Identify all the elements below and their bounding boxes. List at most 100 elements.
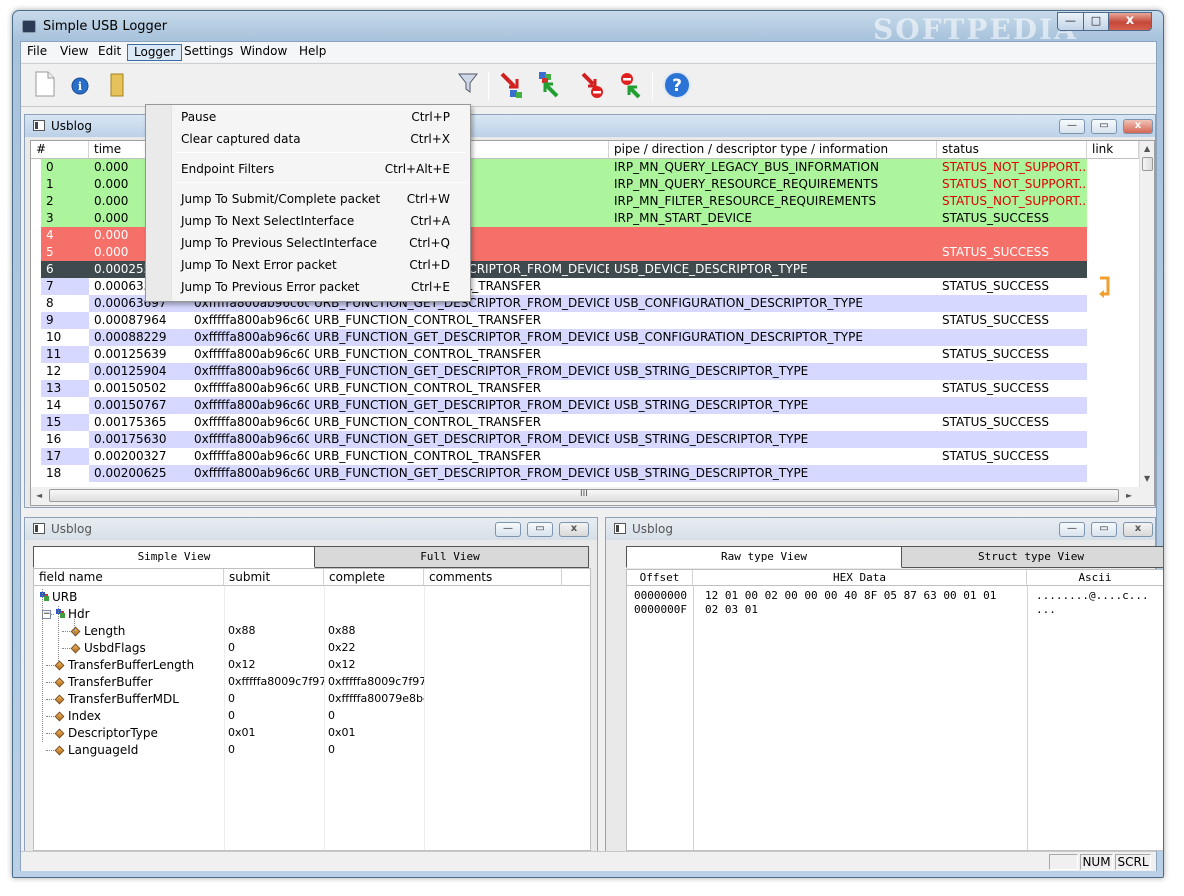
app-icon xyxy=(22,20,36,33)
field-row[interactable]: Length 0x88 0x88 xyxy=(34,623,562,640)
hex-view[interactable]: Offset HEX Data Ascii 00000000 0000000F … xyxy=(626,569,1163,851)
minimize-button[interactable]: — xyxy=(1057,12,1084,31)
menu-settings[interactable]: Settings xyxy=(178,44,239,61)
log-cell-index: 18 xyxy=(41,465,89,482)
maximize-button[interactable]: □ xyxy=(1083,12,1109,31)
field-col-header[interactable]: comments xyxy=(424,569,562,586)
log-cell-status: STATUS_SUCCESS xyxy=(937,312,1087,329)
log-cell-status: STATUS_NOT_SUPPORT... xyxy=(937,159,1087,176)
field-col-header[interactable]: complete xyxy=(324,569,424,586)
field-col-header[interactable]: field name xyxy=(34,569,224,586)
log-cell-status xyxy=(937,363,1087,380)
raw-window-titlebar[interactable]: Usblog — ▭ x xyxy=(606,518,1155,540)
log-cell-fn: URB_FUNCTION_CONTROL_TRANSFER xyxy=(309,414,609,431)
raw-close-button[interactable]: x xyxy=(1123,522,1153,537)
logger-menu-item[interactable]: Jump To Previous Error packet Ctrl+E xyxy=(146,277,470,297)
jump-to-complete-icon[interactable] xyxy=(532,70,562,100)
field-row[interactable]: Index 0 0 xyxy=(34,708,562,725)
menu-item-shortcut: Ctrl+A xyxy=(410,214,450,228)
logger-menu-item[interactable]: Jump To Submit/Complete packet Ctrl+W xyxy=(146,189,470,209)
logger-menu-item[interactable]: Jump To Next Error packet Ctrl+D xyxy=(146,255,470,275)
log-cell-index: 7 xyxy=(41,278,89,295)
log-col-header[interactable]: pipe / direction / descriptor type / inf… xyxy=(609,141,937,159)
log-row[interactable]: 12 0.00125904 0xfffffa800ab96c60 URB_FUNCTI… xyxy=(31,363,1133,380)
log-col-header[interactable]: # xyxy=(31,141,89,159)
field-row[interactable]: TransferBuffer 0xfffffa8009c7f970 0xfffffa… xyxy=(34,674,562,691)
new-document-icon[interactable] xyxy=(30,70,60,100)
help-icon[interactable]: ? xyxy=(662,70,692,100)
log-cell-irp: 0xfffffa800ab96c60 xyxy=(189,329,309,346)
tab-struct-type-view[interactable]: Struct type View xyxy=(898,546,1163,568)
log-row[interactable]: 18 0.00200625 0xfffffa800ab96c60 URB_FUNCTI… xyxy=(31,465,1133,482)
field-name: TransferBufferLength xyxy=(68,658,195,672)
field-row[interactable]: TransferBufferMDL 0 0xfffffa80079e8be0 xyxy=(34,691,562,708)
info-icon[interactable]: i xyxy=(69,74,91,96)
menu-file[interactable]: File xyxy=(21,44,53,61)
log-close-button[interactable]: x xyxy=(1123,119,1153,134)
collapse-toggle[interactable]: − xyxy=(42,610,51,619)
menu-edit[interactable]: Edit xyxy=(92,44,127,61)
tab-full-view[interactable]: Full View xyxy=(311,546,589,568)
filter-funnel-icon[interactable] xyxy=(455,70,481,100)
logger-menu-item[interactable]: Jump To Previous SelectInterface Ctrl+Q xyxy=(146,233,470,253)
menu-view[interactable]: View xyxy=(54,44,94,61)
log-row[interactable]: 11 0.00125639 0xfffffa800ab96c60 URB_FUNCTI… xyxy=(31,346,1133,363)
field-col-header[interactable] xyxy=(562,569,590,586)
log-row[interactable]: 10 0.00088229 0xfffffa800ab96c60 URB_FUNCTI… xyxy=(31,329,1133,346)
detail-window-titlebar[interactable]: Usblog — ▭ x xyxy=(25,518,597,540)
raw-minimize-button[interactable]: — xyxy=(1059,522,1085,537)
log-row[interactable]: 16 0.00175630 0xfffffa800ab96c60 URB_FUNCTI… xyxy=(31,431,1133,448)
menu-logger[interactable]: Logger xyxy=(127,44,183,61)
field-row[interactable]: URB xyxy=(34,589,562,606)
field-col-header[interactable]: submit xyxy=(224,569,324,586)
tab-simple-view[interactable]: Simple View xyxy=(33,546,315,568)
open-folder-icon[interactable] xyxy=(109,70,125,100)
close-button[interactable]: x xyxy=(1108,12,1152,31)
field-complete: 0 xyxy=(328,743,335,756)
detail-close-button[interactable]: x xyxy=(559,522,589,537)
logger-menu-item[interactable]: Clear captured data Ctrl+X xyxy=(146,129,470,149)
logger-menu-item[interactable]: Pause Ctrl+P xyxy=(146,107,470,127)
svg-text:?: ? xyxy=(672,76,682,96)
field-row[interactable]: LanguageId 0 0 xyxy=(34,742,562,759)
link-arrow-icon[interactable] xyxy=(1098,276,1112,298)
tab-raw-type-view[interactable]: Raw type View xyxy=(626,546,902,568)
log-minimize-button[interactable]: — xyxy=(1059,119,1085,134)
log-col-header[interactable]: link xyxy=(1087,141,1139,159)
field-row[interactable]: DescriptorType 0x01 0x01 xyxy=(34,725,562,742)
log-row[interactable]: 9 0.00087964 0xfffffa800ab96c60 URB_FUNCTIO… xyxy=(31,312,1133,329)
field-icon xyxy=(54,677,65,688)
log-cell-time: 0.00087964 xyxy=(89,312,189,329)
status-scrl: SCRL xyxy=(1115,854,1151,870)
field-row[interactable]: − Hdr xyxy=(34,606,562,623)
field-name: LanguageId xyxy=(68,743,139,757)
field-row[interactable]: UsbdFlags 0 0x22 xyxy=(34,640,562,657)
menu-separator xyxy=(176,152,466,153)
log-cell-index: 12 xyxy=(41,363,89,380)
log-row[interactable]: 13 0.00150502 0xfffffa800ab96c60 URB_FUNCTI… xyxy=(31,380,1133,397)
menu-help[interactable]: Help xyxy=(293,44,332,61)
jump-next-error-icon[interactable] xyxy=(578,70,608,100)
logger-menu-item[interactable]: Endpoint Filters Ctrl+Alt+E xyxy=(146,159,470,179)
detail-minimize-button[interactable]: — xyxy=(495,522,521,537)
log-vertical-scrollbar[interactable]: ▲ ▼ xyxy=(1139,141,1154,487)
log-cell-info: IRP_MN_QUERY_LEGACY_BUS_INFORMATION xyxy=(609,159,937,176)
field-table[interactable]: field name submit complete comments URB − Hdr… xyxy=(33,568,591,851)
menu-window[interactable]: Window xyxy=(234,44,293,61)
field-row[interactable]: TransferBufferLength 0x12 0x12 xyxy=(34,657,562,674)
log-restore-button[interactable]: ▭ xyxy=(1091,119,1117,134)
detail-restore-button[interactable]: ▭ xyxy=(527,522,553,537)
log-cell-time: 0.00175365 xyxy=(89,414,189,431)
log-horizontal-scrollbar[interactable]: ◄ III ► xyxy=(31,487,1154,505)
jump-prev-error-icon[interactable] xyxy=(614,70,644,100)
log-row[interactable]: 14 0.00150767 0xfffffa800ab96c60 URB_FUNCTI… xyxy=(31,397,1133,414)
raw-restore-button[interactable]: ▭ xyxy=(1091,522,1117,537)
logger-menu-item[interactable]: Jump To Next SelectInterface Ctrl+A xyxy=(146,211,470,231)
log-cell-fn: URB_FUNCTION_CONTROL_TRANSFER xyxy=(309,380,609,397)
jump-to-submit-icon[interactable] xyxy=(497,70,527,100)
title-bar[interactable]: Simple USB Logger SOFTPEDIA — □ x xyxy=(13,11,1163,46)
log-col-header[interactable]: status xyxy=(937,141,1087,159)
log-cell-status xyxy=(937,261,1087,278)
log-row[interactable]: 17 0.00200327 0xfffffa800ab96c60 URB_FUNCTI… xyxy=(31,448,1133,465)
log-row[interactable]: 15 0.00175365 0xfffffa800ab96c60 URB_FUNCTI… xyxy=(31,414,1133,431)
